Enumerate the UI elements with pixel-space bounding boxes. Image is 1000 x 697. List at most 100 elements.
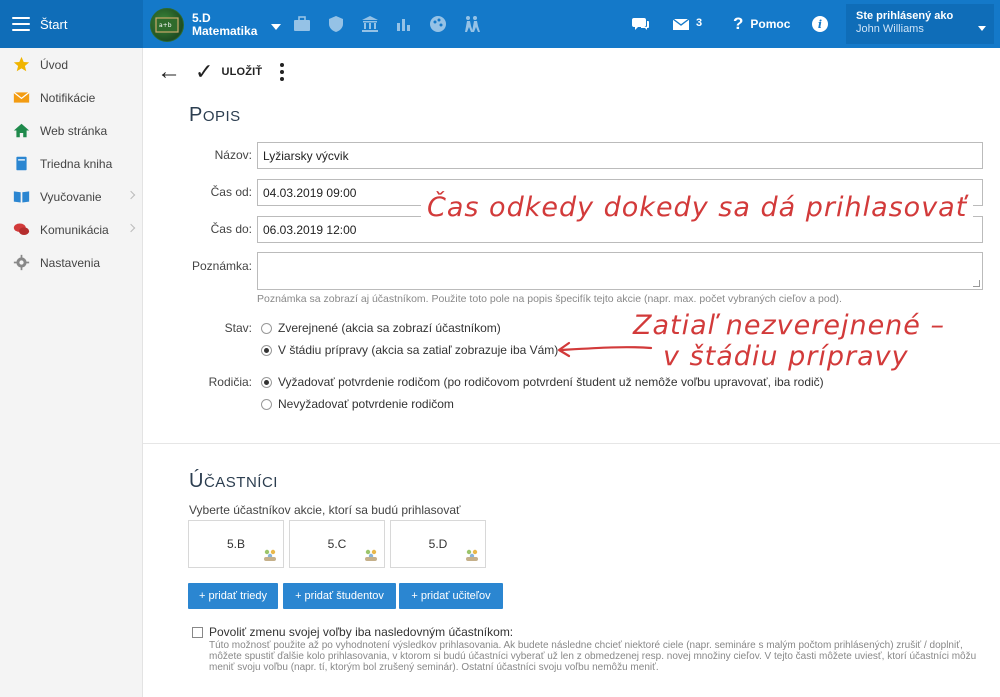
name-input[interactable]: Lyžiarsky výcvik	[257, 142, 983, 169]
class-selector[interactable]: a+b 5.D Matematika	[150, 8, 282, 42]
radio-require[interactable]	[261, 376, 272, 388]
chalkboard-avatar-icon: a+b	[150, 8, 184, 42]
allow-change-label: Povoliť zmenu svojej voľby iba nasledovn…	[209, 625, 514, 639]
class-text: 5.D Matematika	[192, 12, 257, 38]
class-card-5d[interactable]: 5.D	[390, 520, 486, 568]
sidebar-item-label: Úvod	[40, 57, 69, 72]
name-label: Názov:	[214, 148, 252, 162]
sidebar-item-notifikacie[interactable]: Notifikácie	[0, 81, 142, 114]
state-option-draft[interactable]: V štádiu prípravy (akcia sa zatiaľ zobra…	[261, 343, 558, 357]
sidebar-item-label: Notifikácie	[40, 90, 96, 105]
star-icon	[13, 56, 30, 73]
mail-icon[interactable]	[670, 14, 692, 34]
sidebar-item-label: Web stránka	[40, 123, 108, 138]
sidebar-item-nastavenia[interactable]: Nastavenia	[0, 246, 142, 279]
note-hint: Poznámka sa zobrazí aj účastníkom. Použi…	[257, 293, 842, 305]
ucastnici-section-title: Účastníci	[189, 470, 278, 493]
group-icon	[264, 549, 276, 561]
ucastnici-title-rest: častníci	[203, 474, 278, 491]
sidebar-item-uvod[interactable]: Úvod	[0, 48, 142, 81]
user-caret-icon	[978, 26, 986, 31]
institution-icon[interactable]	[359, 14, 381, 34]
parents-option-norequire[interactable]: Nevyžadovať potvrdenie rodičom	[261, 397, 454, 411]
sidebar-item-triedna-kniha[interactable]: Triedna kniha	[0, 147, 142, 180]
sidebar-item-label: Triedna kniha	[40, 156, 113, 171]
bar-chart-icon[interactable]	[393, 14, 415, 34]
checkmark-icon[interactable]: ✓	[195, 61, 213, 83]
info-icon[interactable]: i	[812, 16, 828, 32]
start-menu-button[interactable]: Štart	[0, 0, 143, 48]
class-card-5b[interactable]: 5.B	[188, 520, 284, 568]
class-subject: Matematika	[192, 24, 258, 38]
more-options-icon[interactable]	[280, 63, 285, 81]
popis-title-cap: P	[189, 104, 203, 126]
parents-option-require[interactable]: Vyžadovať potvrdenie rodičom (po rodičov…	[261, 375, 824, 389]
group-icon	[466, 549, 478, 561]
class-caret-icon	[271, 24, 282, 30]
annotation-state-line2: v štádiu prípravy	[663, 341, 909, 372]
palette-icon[interactable]	[427, 14, 449, 34]
annotation-arrow-icon	[557, 341, 653, 358]
section-divider	[143, 443, 1000, 444]
resize-grip-icon[interactable]	[973, 280, 980, 287]
start-label: Štart	[40, 16, 68, 32]
sidebar-item-vyucovanie[interactable]: Vyučovanie	[0, 180, 142, 213]
state-option-public[interactable]: Zverejnené (akcia sa zobrazí účastníkom)	[261, 321, 501, 335]
user-name: John Williams	[856, 23, 924, 35]
help-button[interactable]: ? Pomoc	[733, 14, 790, 34]
add-classes-button[interactable]: + pridať triedy	[188, 583, 278, 609]
chevron-right-icon	[126, 223, 136, 233]
ucastnici-title-cap: Ú	[189, 470, 204, 492]
gear-icon	[13, 254, 30, 271]
parents-option1-label: Vyžadovať potvrdenie rodičom (po rodičov…	[278, 375, 824, 389]
radio-norequire[interactable]	[261, 398, 272, 410]
home-icon	[13, 122, 30, 139]
ucastnici-subtitle: Vyberte účastníkov akcie, ktorí sa budú …	[189, 503, 461, 517]
envelope-icon	[13, 89, 30, 106]
class-card-5c[interactable]: 5.C	[289, 520, 385, 568]
open-book-icon	[13, 188, 30, 205]
radio-public[interactable]	[261, 322, 272, 334]
sidebar-item-label: Komunikácia	[40, 222, 109, 237]
state-option2-label: V štádiu prípravy (akcia sa zatiaľ zobra…	[278, 343, 559, 357]
back-arrow-icon[interactable]: ←	[157, 60, 181, 84]
chat-icon[interactable]	[630, 14, 652, 34]
chat-icon	[13, 221, 30, 238]
note-label: Poznámka:	[191, 259, 252, 273]
popis-title-rest: opis	[202, 108, 241, 125]
sidebar: Úvod Notifikácie Web stránka Triedna kni…	[0, 48, 143, 697]
main-content: ← ✓ ULOŽIŤ Popis Názov: Lyžiarsky výcvik…	[143, 48, 1000, 697]
add-teachers-button[interactable]: + pridať učiteľov	[399, 583, 503, 609]
svg-text:a+b: a+b	[159, 22, 172, 29]
from-label: Čas od:	[210, 185, 252, 199]
toolbar: ← ✓ ULOŽIŤ	[157, 60, 285, 84]
allow-change-checkbox[interactable]	[192, 627, 203, 638]
allow-change-note: Túto možnosť použite až po vyhodnotení v…	[209, 640, 977, 673]
sidebar-item-label: Nastavenia	[40, 255, 101, 270]
parents-option2-label: Nevyžadovať potvrdenie rodičom	[278, 397, 454, 411]
annotation-state-line1: Zatiaľ nezverejnené –	[633, 310, 945, 341]
book-icon	[13, 155, 30, 172]
group-icon	[365, 549, 377, 561]
radio-draft[interactable]	[261, 344, 272, 356]
chevron-right-icon	[126, 190, 136, 200]
help-label: Pomoc	[750, 17, 791, 31]
question-icon: ?	[733, 14, 744, 33]
state-label: Stav:	[224, 321, 252, 335]
parents-label: Rodičia:	[208, 375, 252, 389]
sidebar-item-web-stranka[interactable]: Web stránka	[0, 114, 142, 147]
hikers-icon[interactable]	[461, 14, 483, 34]
sidebar-item-komunikacia[interactable]: Komunikácia	[0, 213, 142, 246]
add-students-button[interactable]: + pridať študentov	[283, 583, 396, 609]
user-menu[interactable]: Ste prihlásený ako John Williams	[846, 4, 994, 44]
top-bar: Štart a+b 5.D Matematika 3 ? Pomoc i Ste…	[0, 0, 1000, 48]
user-line1: Ste prihlásený ako	[856, 10, 954, 22]
briefcase-icon[interactable]	[291, 14, 313, 34]
popis-section-title: Popis	[189, 104, 241, 127]
to-label: Čas do:	[210, 222, 252, 236]
save-button[interactable]: ULOŽIŤ	[221, 66, 262, 78]
note-textarea[interactable]	[257, 252, 983, 290]
sidebar-item-label: Vyučovanie	[40, 189, 102, 204]
shield-icon[interactable]	[325, 14, 347, 34]
mail-count-badge: 3	[696, 17, 703, 29]
